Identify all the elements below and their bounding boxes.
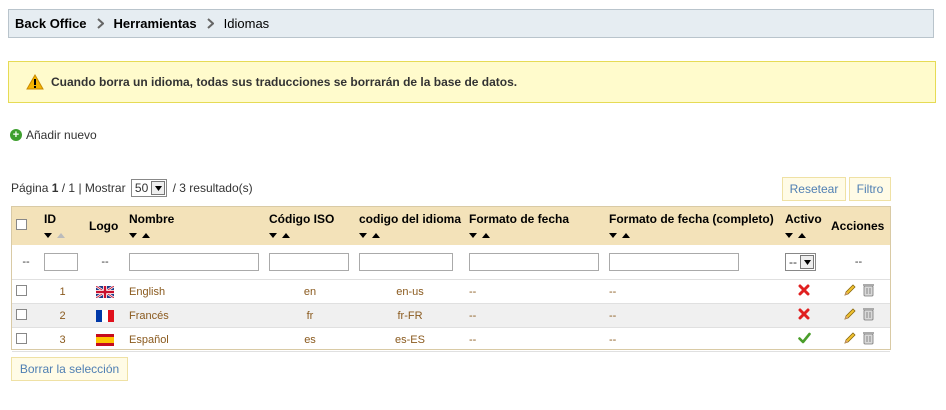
breadcrumb-idiomas: Idiomas — [223, 16, 270, 31]
warning-text: Cuando borra un idioma, todas sus traduc… — [51, 75, 518, 89]
pagination: Página 1 / 1 | Mostrar 50 / 3 resultado(… — [11, 179, 253, 197]
delete-trash-icon[interactable] — [863, 307, 874, 324]
cell-id: 2 — [40, 303, 85, 328]
col-iso-code: Código ISO — [269, 212, 335, 226]
sort-arrows-icon[interactable] — [609, 229, 779, 238]
active-check-icon[interactable] — [781, 327, 827, 352]
warning-icon — [26, 74, 44, 90]
sort-arrows-icon[interactable] — [469, 229, 603, 238]
cell-iso: en — [265, 279, 355, 304]
row-checkbox[interactable] — [16, 332, 27, 344]
show-label: | Mostrar — [78, 181, 126, 195]
cell-name: Francés — [125, 303, 265, 328]
date-format-full-filter-input[interactable] — [609, 253, 739, 271]
warning-banner: Cuando borra un idioma, todas sus traduc… — [8, 61, 936, 103]
cell-date-format-full: -- — [605, 327, 781, 352]
page-current: 1 — [51, 181, 59, 195]
flag-fr-icon — [85, 303, 125, 328]
inactive-cross-icon[interactable] — [781, 279, 827, 304]
cell-iso: fr — [265, 303, 355, 328]
results-count: / 3 resultado(s) — [172, 181, 253, 195]
actions-filter-placeholder: -- — [827, 245, 890, 280]
per-page-select[interactable]: 50 — [130, 179, 168, 197]
cell-date-format: -- — [465, 327, 605, 352]
flag-uk-icon — [85, 279, 125, 304]
cell-language-code: fr-FR — [355, 303, 465, 328]
breadcrumb: Back Office Herramientas Idiomas — [8, 9, 934, 38]
delete-trash-icon[interactable] — [863, 331, 874, 348]
logo-filter-placeholder: -- — [85, 245, 125, 280]
cell-date-format-full: -- — [605, 279, 781, 304]
col-name: Nombre — [129, 212, 175, 226]
breadcrumb-herramientas[interactable]: Herramientas — [114, 16, 197, 31]
cell-language-code: es-ES — [355, 327, 465, 352]
filter-button[interactable]: Filtro — [849, 177, 891, 201]
sort-arrows-icon[interactable] — [785, 229, 825, 238]
cell-date-format: -- — [465, 303, 605, 328]
col-language-code: codigo del idioma — [359, 212, 462, 226]
chevron-down-icon — [151, 181, 166, 195]
delete-trash-icon[interactable] — [863, 283, 874, 300]
cell-id: 3 — [40, 327, 85, 352]
page-total: / 1 — [61, 181, 76, 195]
select-all-checkbox[interactable] — [16, 219, 27, 230]
delete-selection-button[interactable]: Borrar la selección — [11, 357, 128, 381]
inactive-cross-icon[interactable] — [781, 303, 827, 328]
name-filter-input[interactable] — [129, 253, 259, 271]
chevron-down-icon — [800, 255, 814, 269]
language-code-filter-input[interactable] — [359, 253, 453, 271]
col-actions: Acciones — [831, 219, 885, 233]
sort-arrows-icon[interactable] — [129, 229, 263, 238]
cell-language-code: en-us — [355, 279, 465, 304]
cell-date-format-full: -- — [605, 303, 781, 328]
sort-arrows-icon[interactable] — [269, 229, 353, 238]
per-page-value: 50 — [134, 181, 149, 195]
languages-table: ID Logo Nombre Código ISO codigo del idi… — [11, 206, 891, 352]
sort-arrows-icon[interactable] — [44, 229, 83, 238]
table-row[interactable]: 2 Francés fr fr-FR -- -- — [12, 303, 890, 328]
table-row[interactable]: 1 English en en-us -- -- — [12, 279, 890, 304]
filter-row: -- -- -- -- — [12, 245, 890, 280]
sort-arrows-icon[interactable] — [359, 229, 463, 238]
col-date-format: Formato de fecha — [469, 212, 570, 226]
table-row[interactable]: 3 Español es es-ES -- -- — [12, 327, 890, 352]
col-logo: Logo — [89, 219, 119, 233]
table-header-row: ID Logo Nombre Código ISO codigo del idi… — [12, 207, 890, 245]
cell-name: English — [125, 279, 265, 304]
reset-button[interactable]: Resetear — [782, 177, 846, 201]
edit-pencil-icon[interactable] — [843, 307, 857, 324]
row-checkbox[interactable] — [16, 284, 27, 296]
cell-iso: es — [265, 327, 355, 352]
chevron-right-icon — [96, 18, 104, 29]
col-date-format-full: Formato de fecha (completo) — [609, 212, 774, 226]
date-format-filter-input[interactable] — [469, 253, 599, 271]
add-new-link[interactable]: + Añadir nuevo — [10, 128, 97, 142]
active-filter-select[interactable]: -- — [785, 253, 816, 271]
row-checkbox[interactable] — [16, 308, 27, 320]
chevron-right-icon — [206, 18, 214, 29]
iso-filter-input[interactable] — [269, 253, 349, 271]
col-id: ID — [44, 212, 56, 226]
filter-checkbox-placeholder: -- — [12, 245, 40, 280]
id-filter-input[interactable] — [44, 253, 78, 271]
cell-date-format: -- — [465, 279, 605, 304]
flag-es-icon — [85, 327, 125, 352]
page-label: Página — [11, 181, 49, 195]
active-filter-value: -- — [789, 255, 797, 269]
edit-pencil-icon[interactable] — [843, 331, 857, 348]
add-icon: + — [10, 129, 22, 141]
add-new-label: Añadir nuevo — [26, 128, 97, 142]
cell-name: Español — [125, 327, 265, 352]
edit-pencil-icon[interactable] — [843, 283, 857, 300]
breadcrumb-back-office[interactable]: Back Office — [15, 16, 87, 31]
col-active: Activo — [785, 212, 822, 226]
cell-id: 1 — [40, 279, 85, 304]
